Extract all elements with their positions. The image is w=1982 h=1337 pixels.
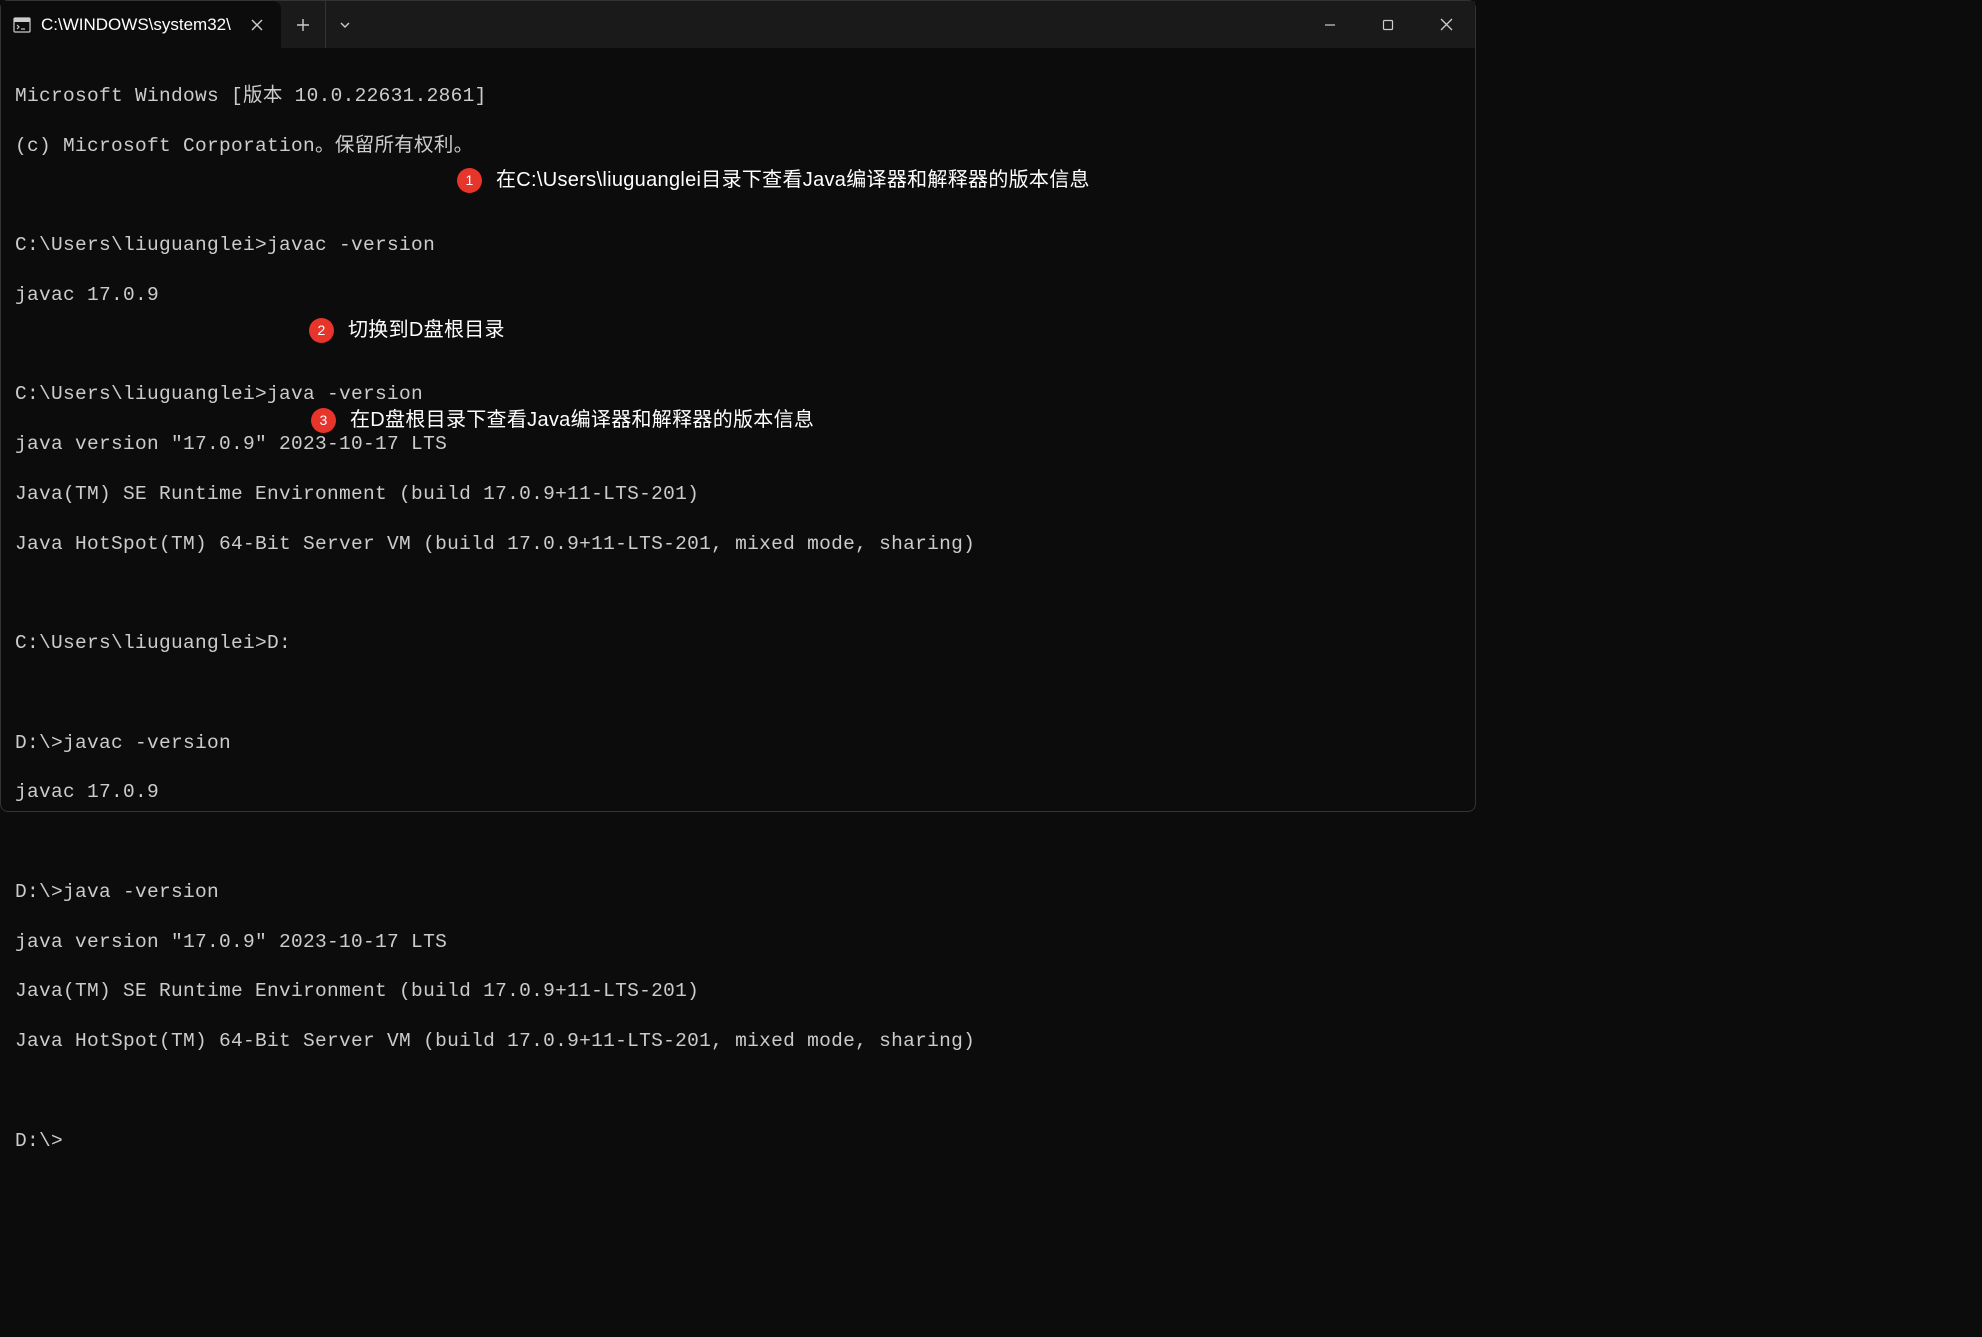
terminal-line: Java HotSpot(TM) 64-Bit Server VM (build… (15, 1029, 1461, 1054)
maximize-button[interactable] (1359, 1, 1417, 48)
annotation-3: 3 在D盘根目录下查看Java编译器和解释器的版本信息 (311, 407, 816, 434)
terminal-line: Java(TM) SE Runtime Environment (build 1… (15, 979, 1461, 1004)
terminal-line (15, 681, 1461, 706)
new-tab-button[interactable] (281, 1, 325, 48)
minimize-button[interactable] (1301, 1, 1359, 48)
terminal-line: C:\Users\liuguanglei>D: (15, 631, 1461, 656)
terminal-line: java version "17.0.9" 2023-10-17 LTS (15, 432, 1461, 457)
terminal-line: javac 17.0.9 (15, 780, 1461, 805)
terminal-content[interactable]: Microsoft Windows [版本 10.0.22631.2861] (… (1, 49, 1475, 1337)
annotation-badge: 1 (457, 168, 482, 193)
annotation-1: 1 在C:\Users\liuguanglei目录下查看Java编译器和解释器的… (457, 167, 1092, 194)
terminal-line (15, 1079, 1461, 1104)
tab-title: C:\WINDOWS\system32\ (41, 15, 237, 35)
annotation-text: 在D盘根目录下查看Java编译器和解释器的版本信息 (348, 407, 816, 434)
terminal-line (15, 830, 1461, 855)
annotation-text: 切换到D盘根目录 (346, 317, 507, 344)
annotation-text: 在C:\Users\liuguanglei目录下查看Java编译器和解释器的版本… (494, 167, 1092, 194)
close-tab-icon[interactable] (247, 15, 267, 35)
terminal-line: Java HotSpot(TM) 64-Bit Server VM (build… (15, 532, 1461, 557)
terminal-line: Java(TM) SE Runtime Environment (build 1… (15, 482, 1461, 507)
terminal-line (15, 581, 1461, 606)
annotation-badge: 2 (309, 318, 334, 343)
annotation-badge: 3 (311, 408, 336, 433)
titlebar: C:\WINDOWS\system32\ (1, 1, 1475, 49)
window-controls (1301, 1, 1475, 48)
tab-dropdown-button[interactable] (325, 1, 363, 48)
tab-area: C:\WINDOWS\system32\ (1, 1, 363, 48)
terminal-line: javac 17.0.9 (15, 283, 1461, 308)
tab-active[interactable]: C:\WINDOWS\system32\ (1, 1, 281, 48)
terminal-line: D:\>javac -version (15, 731, 1461, 756)
close-window-button[interactable] (1417, 1, 1475, 48)
terminal-line: D:\> (15, 1129, 1461, 1154)
terminal-line: D:\>java -version (15, 880, 1461, 905)
terminal-line (15, 333, 1461, 358)
terminal-line: C:\Users\liuguanglei>java -version (15, 382, 1461, 407)
terminal-line: C:\Users\liuguanglei>javac -version (15, 233, 1461, 258)
terminal-line: Microsoft Windows [版本 10.0.22631.2861] (15, 84, 1461, 109)
terminal-icon (13, 16, 31, 34)
terminal-line: java version "17.0.9" 2023-10-17 LTS (15, 930, 1461, 955)
annotation-2: 2 切换到D盘根目录 (309, 317, 507, 344)
terminal-line: (c) Microsoft Corporation。保留所有权利。 (15, 134, 1461, 159)
